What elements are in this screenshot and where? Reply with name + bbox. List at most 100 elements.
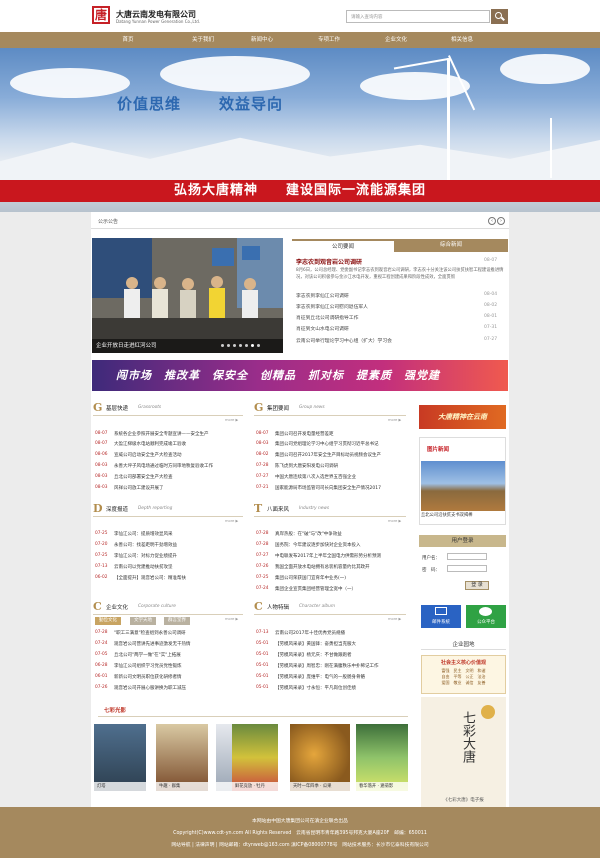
login-button[interactable]: 登 录	[465, 581, 489, 590]
list-item[interactable]: 【劳模风采录】周智忠：刚在满腹秩乐中扑稀记工作	[275, 663, 407, 669]
list-item[interactable]: 丘北公司"两学一做"在"实"上拓展	[114, 652, 244, 658]
more-link-group[interactable]: more ▶	[388, 418, 401, 422]
list-item[interactable]: 新新公司文明员职位获化研修者情	[114, 674, 244, 680]
slider-dot[interactable]	[257, 344, 260, 347]
list-item[interactable]: 【劳模风采录】寸永恒：平凡岗位创佳绩	[275, 685, 407, 691]
slider-dot[interactable]	[239, 344, 242, 347]
list-item[interactable]: 集团公司召开2017年安全生产目标动员视频会议生产	[275, 452, 407, 458]
next-arrow-icon[interactable]: ›	[497, 217, 505, 225]
list-item[interactable]: 丘北公司部署安全生产大检查	[114, 474, 244, 480]
list-item[interactable]: 李仙江公司组织学习党员党性锻炼	[114, 663, 244, 669]
list-item[interactable]: 【劳模风采录】黄国锋：奋勇担当克服大	[275, 641, 407, 647]
list-date: 07-26	[95, 685, 108, 690]
more-link-character[interactable]: more ▶	[388, 617, 401, 621]
list-item[interactable]: 永善公司：找差距明干劲增效益	[114, 542, 244, 548]
section-title-character[interactable]: 人物特辑	[267, 603, 289, 611]
more-link-grassroots[interactable]: more ▶	[225, 418, 238, 422]
core-values-poster[interactable]: 社会主义核心价值观 富强 民主 文明 和谐 自由 平等 公正 法治 爱国 敬业 …	[421, 655, 506, 694]
logo-icon[interactable]: 唐	[92, 6, 110, 24]
section-title-industry[interactable]: 八面来风	[267, 505, 289, 513]
list-item[interactable]: 集团公司党组理论学习中心组学习贯彻习近平总书记	[275, 441, 407, 447]
username-field[interactable]	[447, 553, 487, 560]
list-date: 06-01	[95, 674, 108, 679]
divider	[254, 415, 406, 416]
slider-dot-active[interactable]	[251, 344, 254, 347]
search-input[interactable]: 请输入查询内容	[346, 10, 490, 23]
tab-combined-news[interactable]: 综合新闻	[394, 239, 508, 252]
slogan-ad-banner[interactable]: 闯市场 推改革 保安全 创精品 抓对标 提素质 强党建	[92, 360, 508, 391]
more-link-culture[interactable]: more ▶	[225, 617, 238, 621]
picture-news-caption[interactable]: 丘北公司沿扶贫支书双揭棒	[421, 512, 473, 518]
list-item[interactable]: 集团公司召开发电量经营差距	[275, 431, 407, 437]
prev-arrow-icon[interactable]: ‹	[488, 217, 496, 225]
section-title-culture[interactable]: 企业文化	[106, 603, 128, 611]
slider-dot[interactable]	[221, 344, 224, 347]
news-row[interactable]: 李志农到李仙江公司慰问退伍军人	[296, 303, 496, 310]
news-row[interactable]: 云南公司举行理论学习中心组（扩大）学习会	[296, 337, 496, 344]
list-item[interactable]: 观音岩公司营讲先进事迹激发无干热情	[114, 641, 244, 647]
news-row[interactable]: 肖征到丘北公司调研指导工作	[296, 314, 496, 321]
list-date: 07-26	[256, 564, 269, 569]
tag-literature[interactable]: 文学天地	[130, 617, 156, 625]
film-item[interactable]: 牛趣 · 群集	[156, 724, 208, 791]
section-title-depth[interactable]: 深度报道	[106, 505, 128, 513]
slider-dot[interactable]	[233, 344, 236, 347]
search-button[interactable]	[491, 9, 508, 24]
section-title-group[interactable]: 集团要闻	[267, 404, 289, 412]
list-item[interactable]: 风祥公司放工建设开展了	[114, 485, 244, 491]
list-item[interactable]: 【全面提升】观音岩公司：精准帮扶	[114, 575, 244, 581]
datang-spirit-banner[interactable]: 大唐精神在云南	[419, 405, 506, 429]
film-item[interactable]: 灯塔	[94, 724, 146, 791]
list-item[interactable]: 真岸热股：在"破"与"改"中争效益	[275, 531, 407, 537]
more-link-depth[interactable]: more ▶	[225, 519, 238, 523]
footer-line-3[interactable]: 网站导航 | 法律声明 | 网站邮箱：dtynweb@163.com 滇ICP备…	[0, 841, 600, 848]
list-item[interactable]: 大盈江梯级水电站顺利完成竣工验收	[114, 441, 244, 447]
nav-item-news[interactable]: 新闻中心	[232, 32, 292, 48]
list-date: 05-01	[256, 641, 269, 646]
picture-news-image[interactable]	[421, 461, 505, 511]
tab-company-news[interactable]: 公司要闻	[292, 239, 394, 252]
list-item[interactable]: 集团公司荣获国门宜育年中业务(一)	[275, 575, 407, 581]
slider-photo[interactable]	[92, 238, 283, 353]
news-headline[interactable]: 李志农到观音岩公司调研	[296, 257, 362, 266]
list-item[interactable]: 李仙江公司：提质增效显风采	[114, 531, 244, 537]
list-item[interactable]: 云南公司以党建推动扶贫攻坚	[114, 564, 244, 570]
nav-item-about[interactable]: 关于我们	[173, 32, 233, 48]
film-item[interactable]: 鲜花竞放 · 牡丹	[232, 724, 278, 791]
film-caption: 牛趣 · 群集	[156, 782, 208, 791]
slider-dot[interactable]	[245, 344, 248, 347]
list-item[interactable]: 集团企业宣贯集团经营管理全宽中（一）	[275, 586, 407, 592]
list-item[interactable]: 中国大唐连续第八次入选世界五百强企业	[275, 474, 407, 480]
list-item[interactable]: 国家能源局市场监管司司长向集团安全生产情况2017	[275, 485, 407, 491]
news-row[interactable]: 李志农到李仙江公司调研	[296, 292, 496, 299]
list-item[interactable]: 系统各企业参照开展安全专题宣讲——安全生产	[114, 431, 244, 437]
nav-item-culture[interactable]: 企业文化	[366, 32, 426, 48]
film-item[interactable]: 春华落开 · 遍菊影	[356, 724, 408, 791]
list-item[interactable]: 陈飞虎到大唐安阳发电公司调研	[275, 463, 407, 469]
section-title-grassroots[interactable]: 基层快递	[106, 404, 128, 412]
tag-thrift-culture[interactable]: 勤俭文化	[95, 617, 121, 625]
nav-item-info[interactable]: 相关信息	[432, 32, 492, 48]
list-item[interactable]: 【劳模风采录】庞维平：电气的一股肠身骨骼	[275, 674, 407, 680]
slider-dot[interactable]	[227, 344, 230, 347]
more-link-industry[interactable]: more ▶	[388, 519, 401, 523]
film-item[interactable]: 天时一年四季 · 瓜果	[290, 724, 350, 791]
list-item[interactable]: 云南公司2017年十佳优秀党员规播	[275, 630, 407, 636]
list-item[interactable]: 我国全面开放水电站拥有总装机容量约比其政开	[275, 564, 407, 570]
list-item[interactable]: 国务院：今年建议逐步加快对企业资本投入	[275, 542, 407, 548]
password-field[interactable]	[447, 565, 487, 572]
list-item[interactable]: "职工三满意"检查组到永善公司调研	[114, 630, 244, 636]
list-date: 05-01	[256, 685, 269, 690]
nav-item-home[interactable]: 首页	[98, 32, 158, 48]
section-en-character: Character album	[299, 604, 336, 609]
tag-forum[interactable]: 群言堂界	[164, 617, 190, 625]
list-item[interactable]: 永善大坪子风电场通过临时方同审地秩复验收工作	[114, 463, 244, 469]
list-item[interactable]: 观音岩公司开展心服讲换为职工减压	[114, 685, 244, 691]
list-item[interactable]: 宣威公司启动安全生产大检查活动	[114, 452, 244, 458]
list-item[interactable]: 李仙江公司：对标力促业绩提升	[114, 553, 244, 559]
list-item[interactable]: 中电联发布2017年上半年全国电力供需形势分析预测	[275, 553, 407, 559]
news-row[interactable]: 肖征到文山水电公司调研	[296, 325, 496, 332]
nav-item-special[interactable]: 专项工作	[299, 32, 359, 48]
e-newspaper-cover[interactable]: 七彩大唐 《七彩大唐》电子报	[421, 697, 506, 807]
list-item[interactable]: 【劳模风采录】杨元庆：不甘做跟跑者	[275, 652, 407, 658]
